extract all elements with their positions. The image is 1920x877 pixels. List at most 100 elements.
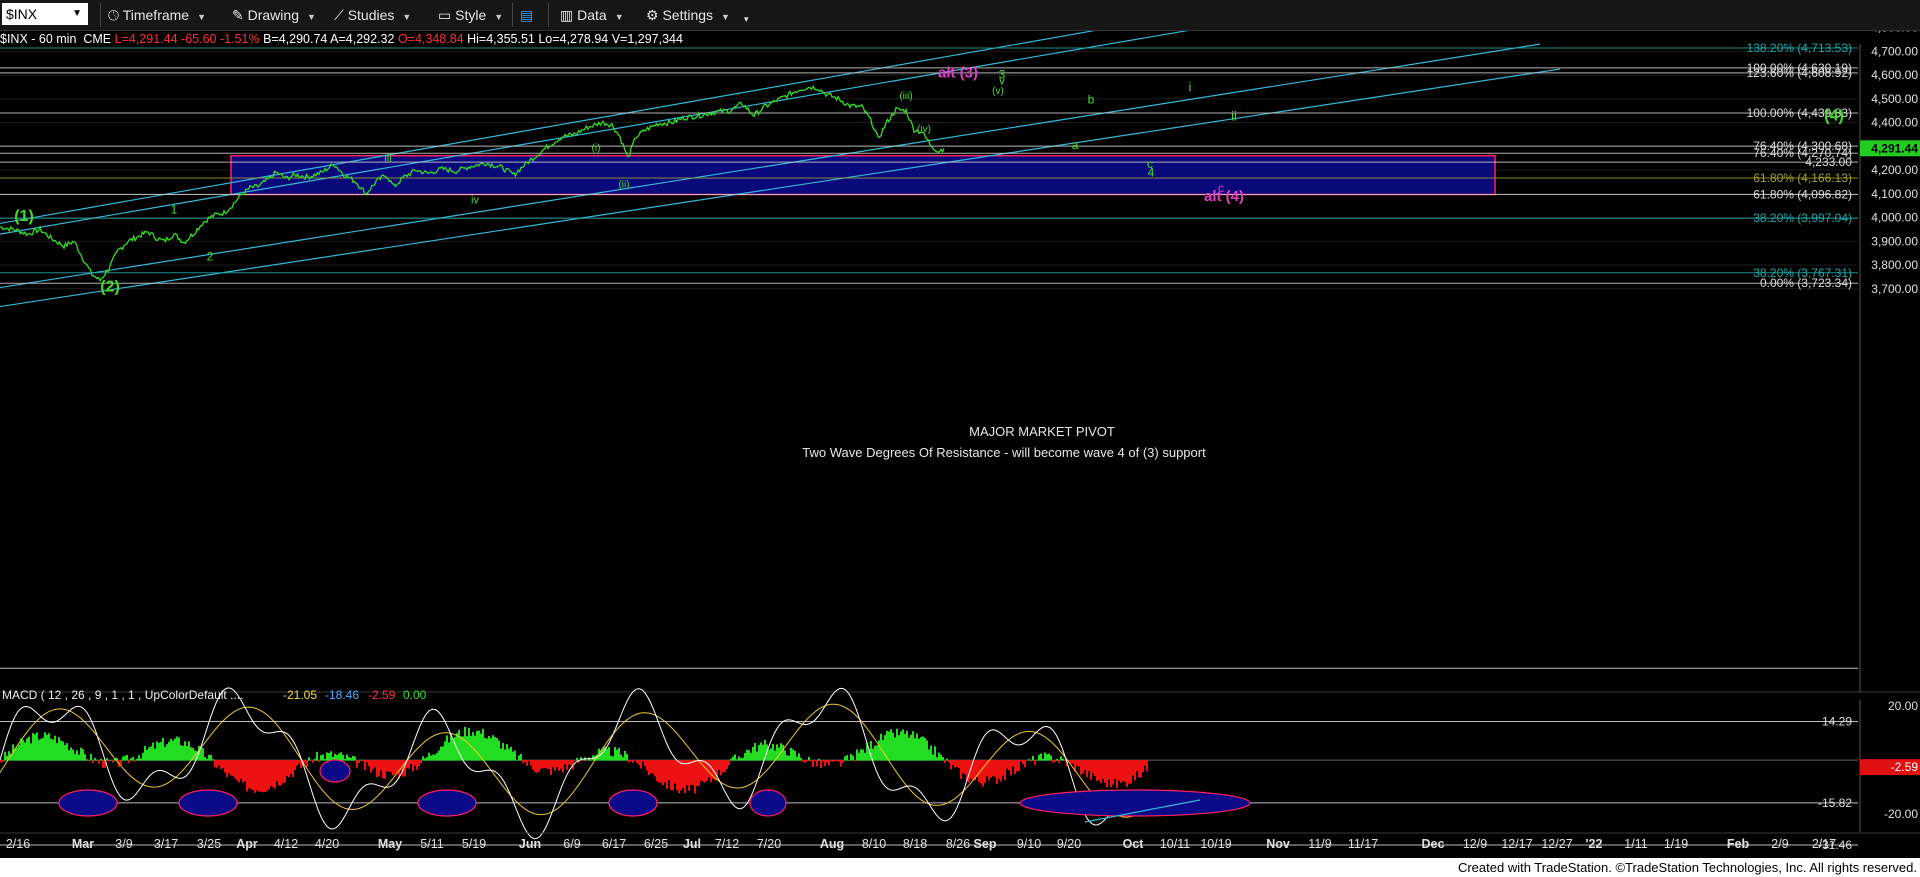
macd-histogram-bar [148, 747, 150, 761]
macd-histogram-bar [48, 733, 50, 761]
macd-histogram-bar [840, 760, 842, 767]
price-axis-tick: 4,400.00 [1871, 116, 1918, 130]
macd-histogram-bar [290, 760, 292, 775]
macd-histogram-bar [154, 748, 156, 761]
macd-histogram-bar [734, 754, 736, 761]
bid-price: B=4,290.74 [263, 32, 328, 46]
macd-histogram-bar [620, 754, 622, 761]
macd-histogram-bar [366, 760, 368, 763]
macd-histogram-bar [292, 760, 294, 778]
macd-histogram-bar [356, 760, 358, 768]
macd-histogram-bar [258, 760, 260, 792]
macd-histogram-bar [490, 738, 492, 761]
macd-histogram-bar [324, 759, 326, 761]
macd-histogram-bar [420, 760, 422, 764]
macd-histogram-bar [988, 760, 990, 781]
macd-histogram-bar [746, 749, 748, 761]
price-axis-tick: 3,800.00 [1871, 258, 1918, 272]
macd-histogram-bar [364, 760, 366, 770]
chart-canvas[interactable]: MAJOR MARKET PIVOT Two Wave Degrees Of Re… [0, 0, 1920, 877]
settings-menu[interactable]: ⚙ Settings ▼ [646, 4, 730, 26]
macd-histogram-bar [360, 759, 362, 761]
macd-histogram-bar [670, 760, 672, 791]
macd-histogram-bar [158, 742, 160, 761]
studies-menu[interactable]: ⟋ Studies ▼ [334, 4, 411, 26]
macd-histogram-bar [4, 751, 6, 761]
timeframe-menu[interactable]: 🕓︎ Timeframe ▼ [108, 4, 206, 26]
macd-histogram-bar [448, 742, 450, 761]
macd-histogram-bar [546, 760, 548, 769]
chevron-down-icon[interactable]: ▼ [72, 3, 82, 25]
macd-histogram-bar [1102, 760, 1104, 779]
macd-histogram-bar [308, 757, 310, 761]
symbol-info-bar: $INX - 60 min CME L=4,291.44 -65.60 -1.5… [0, 31, 1920, 48]
chevron-down-icon: ▼ [197, 12, 207, 22]
macd-histogram-bar [32, 733, 34, 761]
x-axis-tick: 3/25 [197, 837, 221, 851]
volume: V=1,297,344 [611, 32, 683, 46]
symbol-input[interactable]: $INX ▼ [2, 3, 88, 25]
layout-button[interactable]: ▤ [520, 4, 533, 26]
toolbar-divider [548, 3, 549, 27]
toolbar-divider [512, 3, 513, 27]
macd-histogram-bar [288, 760, 290, 778]
x-axis-tick: 2/16 [6, 837, 30, 851]
macd-histogram-bar [458, 729, 460, 761]
drawing-menu[interactable]: ✎ Drawing ▼ [232, 4, 316, 26]
macd-histogram-bar [654, 760, 656, 777]
macd-histogram-bar [998, 760, 1000, 779]
macd-histogram-bar [1086, 760, 1088, 777]
macd-histogram-bar [382, 760, 384, 779]
x-axis-tick: 12/27 [1541, 837, 1572, 851]
macd-histogram-bar [124, 755, 126, 761]
macd-histogram-bar [928, 749, 930, 761]
macd-histogram-bar [78, 754, 80, 761]
open-price: O=4,348.84 [397, 32, 464, 46]
macd-histogram-bar [428, 752, 430, 761]
macd-histogram-bar [108, 760, 110, 762]
toolbar-overflow-icon[interactable]: ▾ [744, 8, 749, 30]
macd-histogram-bar [206, 758, 208, 761]
x-axis-tick: Oct [1123, 837, 1145, 851]
pct-change: -1.51% [219, 32, 260, 46]
macd-histogram-bar [1070, 760, 1072, 764]
macd-histogram-bar [80, 747, 82, 761]
macd-histogram-bar [44, 732, 46, 761]
x-axis-tick: 12/9 [1463, 837, 1487, 851]
macd-histogram-bar [248, 760, 250, 789]
wave-label: ii [1231, 109, 1237, 124]
macd-histogram-bar [244, 760, 246, 782]
macd-histogram-bar [212, 759, 214, 761]
macd-histogram-bar [82, 749, 84, 761]
macd-histogram-bar [430, 755, 432, 761]
macd-histogram-bar [444, 741, 446, 761]
macd-histogram-bar [140, 758, 142, 761]
divergence-ellipse [319, 759, 351, 783]
macd-histogram-bar [102, 760, 104, 768]
macd-histogram-bar [612, 756, 614, 761]
macd-histogram-bar [1028, 759, 1030, 761]
macd-histogram-bar [418, 760, 420, 767]
macd-histogram-bar [232, 760, 234, 776]
x-axis-tick: Sep [974, 837, 997, 851]
macd-histogram-bar [642, 760, 644, 762]
data-menu[interactable]: ▥ Data ▼ [560, 4, 624, 26]
wave-label: alt (3) [938, 64, 978, 81]
macd-histogram-bar [732, 756, 734, 761]
macd-histogram-bar [852, 755, 854, 761]
macd-histogram-bar [170, 738, 172, 761]
macd-histogram-bar [522, 760, 524, 764]
macd-histogram-bar [112, 760, 114, 763]
macd-histogram-bar [256, 760, 258, 791]
macd-histogram-bar [464, 726, 466, 761]
style-menu[interactable]: ▭ Style ▼ [438, 4, 503, 26]
macd-histogram-bar [316, 751, 318, 761]
macd-histogram-bar [874, 745, 876, 761]
macd-histogram-bar [638, 760, 640, 765]
macd-histogram-bar [354, 756, 356, 761]
toolbar-divider [100, 3, 101, 27]
macd-histogram-bar [394, 760, 396, 775]
macd-title: MACD ( 12 , 26 , 9 , 1 , 1 , UpColorDefa… [2, 688, 243, 702]
macd-histogram-bar [956, 760, 958, 768]
macd-histogram-bar [426, 757, 428, 761]
